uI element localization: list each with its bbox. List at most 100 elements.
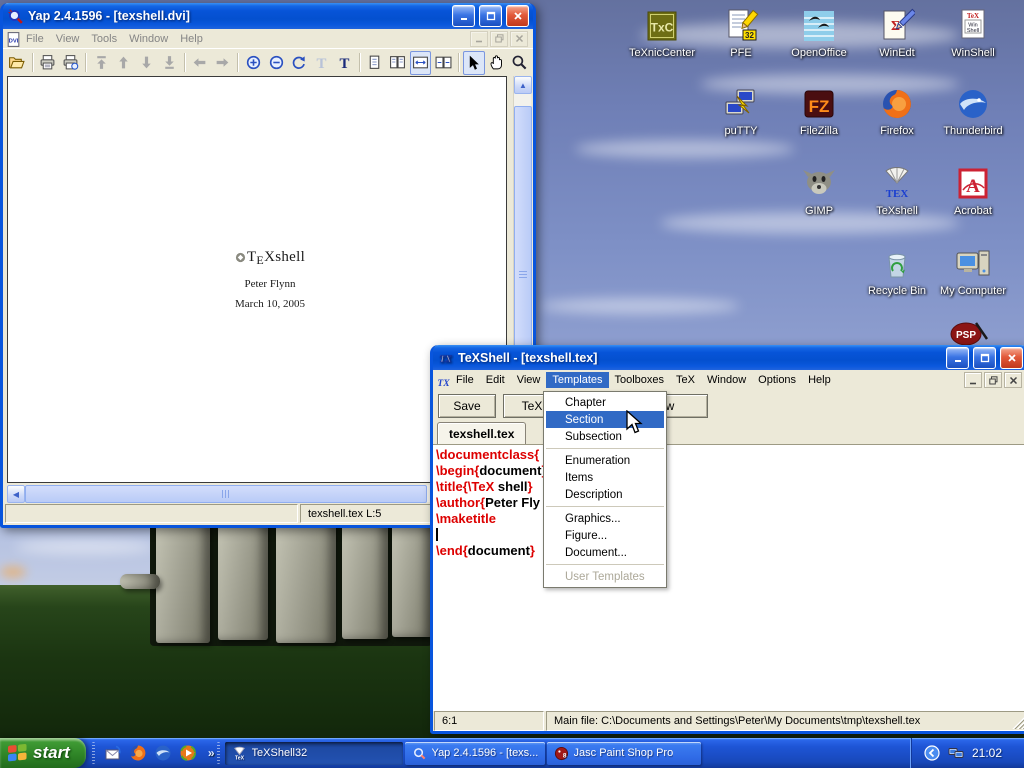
previous-page-button[interactable]: [113, 51, 135, 75]
pan-tool-button[interactable]: [486, 51, 508, 75]
yap-child-minimize-button[interactable]: [470, 31, 488, 47]
desktop-icon-filezilla[interactable]: FZFileZilla: [780, 86, 858, 137]
task-button-jasc-paint-shop-pro[interactable]: 8Jasc Paint Shop Pro: [547, 742, 701, 765]
desktop-icon-winedt[interactable]: ΣWinEdt: [858, 8, 936, 59]
texshell-child-close-button[interactable]: [1004, 372, 1022, 388]
texshell-menu-view[interactable]: View: [511, 372, 547, 388]
desktop-icon-mycomputer[interactable]: My Computer: [934, 246, 1012, 297]
menu-item-chapter[interactable]: Chapter: [546, 394, 664, 411]
refresh-button[interactable]: [288, 51, 310, 75]
tex-source-editor[interactable]: \documentclass{\begin{document}\title{\T…: [433, 445, 1024, 711]
quicklaunch-outlook-express-icon[interactable]: [104, 744, 122, 762]
menu-item-document[interactable]: Document...: [546, 544, 664, 561]
desktop-icon-pfe[interactable]: 32PFE: [702, 8, 780, 59]
text-outline-button[interactable]: T: [311, 51, 333, 75]
desktop-icon-openoffice[interactable]: OpenOffice: [780, 8, 858, 59]
yap-titlebar[interactable]: Yap 2.4.1596 - [texshell.dvi]: [3, 3, 533, 29]
yap-child-close-button[interactable]: [510, 31, 528, 47]
texshell-close-button[interactable]: [1000, 347, 1023, 369]
texshell-titlebar[interactable]: TX TeXShell - [texshell.tex]: [433, 345, 1024, 370]
mouse-cursor: [624, 410, 646, 441]
texshell-menu-options[interactable]: Options: [752, 372, 802, 388]
text-bold-button[interactable]: T: [333, 51, 355, 75]
print-button[interactable]: [37, 51, 59, 75]
yap-close-button[interactable]: [506, 5, 529, 27]
desktop-icon-gimp[interactable]: GIMP: [780, 166, 858, 217]
menu-group: EnumerationItemsDescription: [546, 448, 664, 503]
task-button-yap-2-4-1596-texs[interactable]: Yap 2.4.1596 - [texs...: [405, 742, 545, 765]
desktop-icon-firefox[interactable]: Firefox: [858, 86, 936, 137]
save-button[interactable]: Save: [438, 394, 496, 418]
yap-minimize-button[interactable]: [452, 5, 475, 27]
desktop-icon-recycle[interactable]: Recycle Bin: [858, 246, 936, 297]
tab-texshell-tex[interactable]: texshell.tex: [437, 422, 526, 444]
view-facing-width-button[interactable]: [432, 51, 454, 75]
tex-text: document: [468, 543, 530, 558]
menu-item-graphics[interactable]: Graphics...: [546, 510, 664, 527]
texshell-menu-help[interactable]: Help: [802, 372, 837, 388]
quicklaunch-firefox-mini-icon[interactable]: [129, 744, 147, 762]
view-width-button[interactable]: [410, 51, 432, 75]
texshell-maximize-button[interactable]: [973, 347, 996, 369]
texshell-window: TX TeXShell - [texshell.tex] TX FileEdit…: [430, 345, 1024, 734]
zoom-out-button[interactable]: [265, 51, 287, 75]
main-file-path: Main file: C:\Documents and Settings\Pet…: [554, 715, 920, 727]
tex-command: \author{: [436, 495, 485, 510]
view-facing-button[interactable]: [387, 51, 409, 75]
texshell-menu-templates[interactable]: Templates: [546, 372, 608, 388]
svg-text:32: 32: [745, 31, 754, 40]
desktop-icon-texniccenter[interactable]: TxCTeXnicCenter: [623, 8, 701, 59]
yap-maximize-button[interactable]: [479, 5, 502, 27]
next-page-button[interactable]: [136, 51, 158, 75]
scroll-left-button[interactable]: ◀: [7, 485, 25, 503]
print-preview-button[interactable]: [59, 51, 81, 75]
menu-item-subsection[interactable]: Subsection: [546, 428, 664, 445]
quicklaunch-thunderbird-mini-icon[interactable]: [154, 744, 172, 762]
yap-menu-window[interactable]: Window: [123, 31, 174, 47]
yap-child-restore-button[interactable]: [490, 31, 508, 47]
menu-item-items[interactable]: Items: [546, 469, 664, 486]
first-page-button[interactable]: [90, 51, 112, 75]
yap-menu-tools[interactable]: Tools: [85, 31, 123, 47]
texshell-menu-file[interactable]: File: [450, 372, 480, 388]
texshell-menu-window[interactable]: Window: [701, 372, 752, 388]
menu-item-description[interactable]: Description: [546, 486, 664, 503]
forward-button[interactable]: [212, 51, 234, 75]
desktop-icon-putty[interactable]: puTTY: [702, 86, 780, 137]
yap-menu-view[interactable]: View: [50, 31, 86, 47]
texshell-menu-toolboxes[interactable]: Toolboxes: [609, 372, 671, 388]
yap-menu-file[interactable]: File: [20, 31, 50, 47]
zoom-in-button[interactable]: [242, 51, 264, 75]
task-button-texshell32[interactable]: TeXTeXShell32: [225, 742, 403, 765]
quicklaunch-media-player-icon[interactable]: [179, 744, 197, 762]
texshell-menu-tex[interactable]: TeX: [670, 372, 701, 388]
desktop-icon-texshell[interactable]: TEXTeXshell: [858, 166, 936, 217]
network-icon[interactable]: [948, 745, 964, 761]
thumb-grip: [519, 271, 527, 278]
select-tool-button[interactable]: [463, 51, 485, 75]
quick-launch-overflow-chevron[interactable]: »: [206, 746, 217, 760]
menu-item-section[interactable]: Section: [546, 411, 664, 428]
horizontal-scroll-thumb[interactable]: [25, 485, 427, 503]
texshell-minimize-button[interactable]: [946, 347, 969, 369]
yap-menu-help[interactable]: Help: [174, 31, 209, 47]
desktop-icon-winshell[interactable]: TeXWinShellWinShell: [934, 8, 1012, 59]
magnify-tool-button[interactable]: [508, 51, 530, 75]
texshell-menu-edit[interactable]: Edit: [480, 372, 511, 388]
last-page-button[interactable]: [158, 51, 180, 75]
menu-item-figure[interactable]: Figure...: [546, 527, 664, 544]
hide-icons-chevron-icon[interactable]: [924, 745, 940, 761]
resize-grip[interactable]: [1011, 716, 1024, 729]
desktop-icon-acrobat[interactable]: AAcrobat: [934, 166, 1012, 217]
open-file-button[interactable]: [6, 51, 28, 75]
desktop-icon-paint-shop-pro[interactable]: PSP: [950, 320, 990, 346]
desktop-icon-thunderbird[interactable]: Thunderbird: [934, 86, 1012, 137]
texshell-child-restore-button[interactable]: [984, 372, 1002, 388]
texshell-child-minimize-button[interactable]: [964, 372, 982, 388]
menu-item-enumeration[interactable]: Enumeration: [546, 452, 664, 469]
start-button[interactable]: start: [0, 738, 86, 768]
task-button-label: TeXShell32: [252, 747, 308, 759]
view-single-button[interactable]: [364, 51, 386, 75]
back-button[interactable]: [189, 51, 211, 75]
scroll-up-button[interactable]: ▲: [514, 76, 532, 94]
